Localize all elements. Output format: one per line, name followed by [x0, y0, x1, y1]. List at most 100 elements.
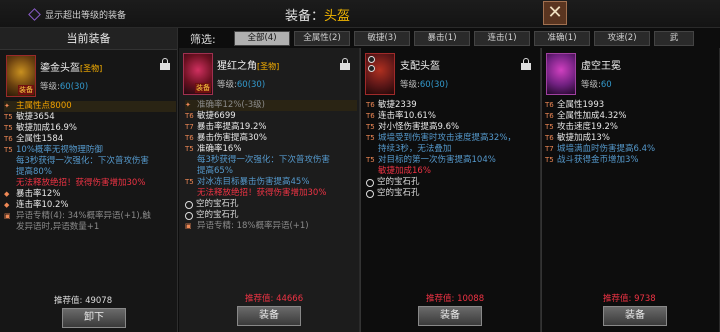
current-item-level: 等级:60(30) — [40, 80, 88, 92]
stat-tier: T5 — [185, 178, 194, 186]
stat-text: 城墙满血时伤害提高6.4% — [557, 144, 656, 154]
filter-tab-more[interactable]: 武 — [654, 31, 694, 46]
level-label: 等级: — [217, 80, 237, 90]
filter-tab-crit[interactable]: 暴击(1) — [414, 31, 470, 46]
candidate-item-name: 虚空王冕 — [581, 57, 621, 72]
filter-bar: 筛选: 全部(4) 全属性(2) 敏捷(3) 暴击(1) 连击(1) 准确(1)… — [178, 28, 720, 48]
stat-text: 异语专精(4): 34%概率异语(+1),触发异语时,异语数量+1 — [16, 211, 151, 232]
item-name-text: 鎏金头盔 — [40, 63, 80, 74]
level-label: 等级: — [40, 82, 60, 92]
score-label: 推荐值: — [245, 294, 277, 304]
stat-tier: T5 — [545, 123, 554, 131]
candidate-item-icon[interactable] — [365, 53, 395, 95]
stat-tier: T6 — [366, 112, 375, 120]
current-item-icon[interactable]: 装备 — [6, 55, 36, 97]
candidate-item-card[interactable]: 装备 猩红之角[圣物] 等级:60(30) ✦ 准确率12%(-3级) T6 敏捷66… — [179, 48, 360, 332]
candidate-item-card[interactable]: 支配头盔 等级:60(30) T6 敏捷2339 T6 连击率10.61% T5 对小怪伤… — [360, 48, 541, 332]
stat-tier: ◆ — [4, 201, 10, 209]
stat-line: T5 城墙受到伤害时攻击速度提高32%，持续3秒，无法叠加 — [366, 133, 538, 155]
stat-text: 对冰冻目标暴击伤害提高45% — [197, 177, 310, 187]
stat-tier: T6 — [4, 135, 13, 143]
stat-tier: T5 — [4, 124, 13, 132]
stat-line: 无法释放绝招！获得伤害增加30% — [4, 178, 176, 189]
candidate-item-card[interactable]: 虚空王冕 等级:60 T6 全属性1993 T6 全属性加成4.32% T5 攻击速度19… — [541, 48, 720, 332]
gem-slot[interactable]: 空的宝石孔 — [366, 188, 538, 199]
stat-text: 连击率10.2% — [16, 200, 69, 210]
filter-tab-attack-speed[interactable]: 攻速(2) — [594, 31, 650, 46]
close-icon: ✕ — [547, 2, 563, 23]
current-item-stats: ✦ 主属性点8000 T5 敏捷3654 T5 敏捷加成16.9% T6 全属性1584 T5 1… — [4, 101, 176, 233]
stat-text: 10%概率无视物理防御 — [16, 145, 103, 155]
stat-tier: T5 — [4, 113, 13, 121]
gem-slot[interactable]: 空的宝石孔 — [366, 177, 538, 188]
stat-text: 全属性1584 — [16, 134, 64, 144]
candidate-item-stats: T6 敏捷2339 T6 连击率10.61% T5 对小怪伤害提高9.6% T5 城墙受到伤害… — [366, 100, 538, 199]
lock-icon[interactable] — [521, 58, 531, 70]
stat-line: T6 全属性1993 — [545, 100, 717, 111]
stat-line: ▣ 异语专精(4): 34%概率异语(+1),触发异语时,异语数量+1 — [4, 211, 176, 233]
candidate-item-level: 等级:60 — [581, 78, 612, 90]
stat-text: 准确率12%(-3级) — [197, 100, 266, 110]
equip-button[interactable]: 装备 — [237, 306, 301, 326]
candidate-item-level: 等级:60(30) — [400, 78, 448, 90]
title-slot: 头盔 — [324, 9, 351, 24]
level-value: 60 — [600, 80, 612, 90]
unequip-button[interactable]: 卸下 — [62, 308, 126, 328]
candidate-score: 推荐值: 10088 — [426, 292, 484, 304]
stat-tier: ✦ — [4, 102, 10, 110]
stat-text: 全属性加成4.32% — [557, 111, 627, 121]
stat-line: T6 连击率10.61% — [366, 111, 538, 122]
score-value: 10088 — [457, 294, 485, 304]
score-value: 49078 — [85, 296, 113, 306]
candidate-item-stats: ✦ 准确率12%(-3级) T6 敏捷6699 T7 暴击率提高19.2% T6 暴击伤害提高… — [185, 100, 357, 232]
level-label: 等级: — [400, 80, 420, 90]
candidate-item-icon[interactable]: 装备 — [183, 53, 213, 95]
equip-button[interactable]: 装备 — [603, 306, 667, 326]
stat-text: 异语专精: 18%概率异语(+1) — [197, 221, 309, 231]
gem-slot-label: 空的宝石孔 — [196, 210, 239, 220]
filter-tab-agility[interactable]: 敏捷(3) — [354, 31, 410, 46]
stat-text: 准确率16% — [197, 144, 242, 154]
title-prefix: 装备： — [285, 9, 325, 24]
stat-text: 敏捷3654 — [16, 112, 55, 122]
candidate-item-icon[interactable] — [546, 53, 576, 95]
stat-tier: T5 — [545, 156, 554, 164]
stat-line: ◆ 暴击率12% — [4, 189, 176, 200]
gem-slot[interactable]: 空的宝石孔 — [185, 210, 357, 221]
stat-text: 无法释放绝招！获得伤害增加30% — [16, 178, 146, 188]
stat-text: 对目标的第一次伤害提高104% — [378, 155, 496, 165]
current-equipment-header: 当前装备 — [0, 28, 177, 50]
gem-slot[interactable]: 空的宝石孔 — [185, 199, 357, 210]
lock-icon[interactable] — [340, 58, 350, 70]
filter-tab-all-attributes[interactable]: 全属性(2) — [294, 31, 350, 46]
filter-tab-all[interactable]: 全部(4) — [234, 31, 290, 46]
stat-line: T6 敏捷加成13% — [545, 133, 717, 144]
gem-socket-icon — [368, 65, 375, 72]
show-over-level-toggle[interactable]: 显示超出等级的装备 — [28, 8, 127, 21]
stat-tier: T5 — [4, 146, 13, 154]
stat-tier: T5 — [185, 145, 194, 153]
lock-icon[interactable] — [160, 58, 170, 70]
candidate-item-stats: T6 全属性1993 T6 全属性加成4.32% T5 攻击速度19.2% T6 敏捷加成13… — [545, 100, 717, 166]
stat-text: 每3秒获得一次强化：下次普攻伤害提高65% — [197, 155, 330, 176]
filter-tab-accuracy[interactable]: 准确(1) — [534, 31, 590, 46]
stat-tier: ✦ — [185, 101, 191, 109]
candidate-score: 推荐值: 44666 — [245, 292, 303, 304]
item-name-text: 支配头盔 — [400, 61, 440, 72]
equip-button[interactable]: 装备 — [418, 306, 482, 326]
close-button[interactable]: ✕ — [543, 1, 567, 25]
stat-line: T5 敏捷3654 — [4, 112, 176, 123]
stat-line: 无法释放绝招！获得伤害增加30% — [185, 188, 357, 199]
item-grade: [圣物] — [80, 64, 103, 73]
stat-text: 对小怪伤害提高9.6% — [378, 122, 460, 132]
gem-slot-label: 空的宝石孔 — [196, 199, 239, 209]
filter-tab-combo[interactable]: 连击(1) — [474, 31, 530, 46]
show-over-level-label: 显示超出等级的装备 — [45, 11, 127, 21]
stat-line: ▣ 异语专精: 18%概率异语(+1) — [185, 221, 357, 232]
stat-line: T6 全属性加成4.32% — [545, 111, 717, 122]
stat-text: 暴击率提高19.2% — [197, 122, 267, 132]
gem-slot-label: 空的宝石孔 — [377, 177, 420, 187]
stat-line: T5 战斗获得金币增加3% — [545, 155, 717, 166]
stat-text: 城墙受到伤害时攻击速度提高32%，持续3秒，无法叠加 — [378, 133, 516, 154]
checkbox-diamond-icon[interactable] — [28, 8, 41, 21]
